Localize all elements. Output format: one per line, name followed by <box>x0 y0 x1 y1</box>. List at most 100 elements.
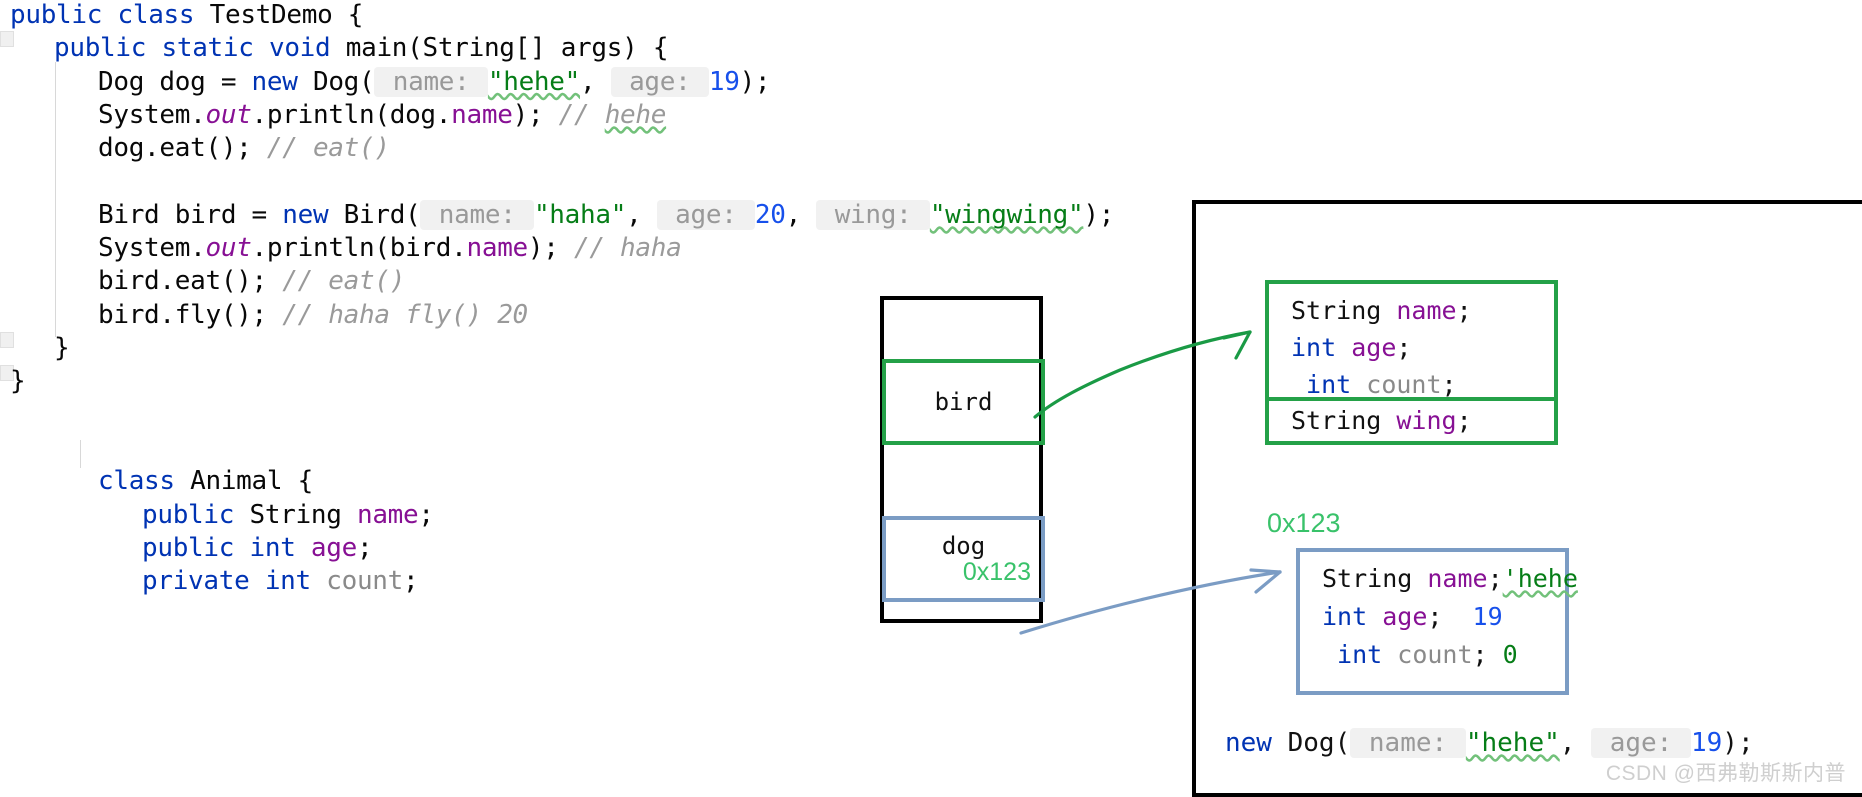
code-token: name: <box>420 199 534 230</box>
code-token: (String[] args) { <box>407 33 669 64</box>
code-token: age <box>1382 602 1428 631</box>
code-token: ; <box>1487 564 1503 593</box>
code-line[interactable]: bird.fly(); // haha fly() 20 <box>98 302 528 328</box>
code-token: System. <box>98 233 206 264</box>
code-editor[interactable]: public class TestDemo {public static voi… <box>0 0 1114 797</box>
code-token: public <box>142 499 250 530</box>
code-token: , <box>580 66 611 97</box>
code-line[interactable]: Bird bird = new Bird( name: "haha", age:… <box>98 199 1115 230</box>
code-token: // eat() <box>282 266 406 297</box>
heap-field-line: int age; <box>1291 335 1411 360</box>
code-token: Bird( <box>343 199 421 230</box>
csdn-watermark: CSDN @西弗勒斯斯内普 <box>1605 762 1846 785</box>
code-line[interactable]: public int age; <box>142 532 373 563</box>
code-token: } <box>54 333 70 363</box>
gutter-fold-marker-top[interactable] <box>0 31 14 47</box>
code-token: ); <box>512 99 559 130</box>
code-token: name <box>466 233 529 264</box>
code-token: out <box>205 99 252 130</box>
stack-frame-box: bird dog 0x123 <box>880 296 1045 623</box>
code-token: wing <box>1396 406 1457 435</box>
code-line[interactable]: } <box>10 368 26 394</box>
code-token: String <box>1291 406 1397 435</box>
code-line[interactable]: public class TestDemo { <box>10 2 363 28</box>
code-token: ); <box>527 233 574 264</box>
code-token: private <box>142 566 265 597</box>
code-token: "hehe" <box>487 66 580 97</box>
code-line[interactable]: private int count; <box>142 566 419 597</box>
heap-field-line: int count; 0 <box>1322 642 1518 667</box>
code-token: 'hehe <box>1502 564 1578 593</box>
code-token: bird.eat(); <box>98 266 283 297</box>
code-token: , <box>785 199 817 230</box>
stack-cell-dog-address: 0x123 <box>962 558 1031 586</box>
code-token: age: <box>656 199 755 230</box>
code-token: Dog( <box>1287 728 1351 758</box>
code-token: System. <box>98 99 206 130</box>
code-token: age: <box>1591 728 1691 758</box>
code-token: count <box>326 566 404 597</box>
code-token: dog.eat(); <box>98 133 267 164</box>
code-token: , <box>1559 728 1592 758</box>
code-token: age <box>1351 333 1397 362</box>
code-line[interactable]: bird.eat(); // eat() <box>98 268 405 294</box>
code-token: name: <box>1350 728 1466 758</box>
heap-dog-object-box: String name;'hehe int age; 19 int count; … <box>1296 548 1578 695</box>
stack-cell-bird[interactable]: bird <box>882 359 1045 445</box>
code-token: public <box>10 0 118 30</box>
code-token: "hehe" <box>1465 728 1560 758</box>
code-token: 19 <box>1472 602 1503 631</box>
code-token: count <box>1397 640 1473 669</box>
code-line[interactable]: public static void main(String[] args) { <box>54 35 668 61</box>
code-line[interactable]: public String name; <box>142 502 434 528</box>
code-token: age <box>310 532 357 563</box>
code-token: ; <box>403 566 419 597</box>
code-token: hehe <box>604 99 667 130</box>
code-token: // haha fly() 20 <box>282 299 528 330</box>
code-line[interactable]: dog.eat(); // eat() <box>98 135 390 161</box>
code-token: "haha" <box>533 199 627 230</box>
heap-field-line: String wing; <box>1291 408 1472 433</box>
code-token: // eat() <box>266 133 390 164</box>
code-token: static <box>161 33 269 64</box>
heap-footer-expression: new Dog( name: "hehe", age: 19); <box>1225 728 1754 758</box>
code-line[interactable]: Dog dog = new Dog( name: "hehe", age: 19… <box>98 66 771 97</box>
code-token: void <box>268 33 346 64</box>
stack-cell-dog[interactable]: dog 0x123 <box>882 516 1045 602</box>
code-token: .println(bird. <box>251 233 467 264</box>
code-token: ); <box>1083 199 1115 230</box>
code-token: count <box>1366 370 1442 399</box>
code-token: public <box>142 532 250 563</box>
code-line[interactable]: System.out.println(bird.name); // haha <box>98 233 682 264</box>
code-token: ); <box>1722 728 1754 758</box>
code-token: TestDemo { <box>209 0 364 30</box>
code-token: public <box>54 33 162 64</box>
code-token: out <box>205 233 252 264</box>
stack-cell-dog-label: dog <box>941 532 986 560</box>
code-token: ; <box>418 499 434 530</box>
heap-field-line: int count; <box>1291 372 1457 397</box>
code-line[interactable]: class Animal { <box>98 468 313 494</box>
code-token: ; <box>1456 406 1472 435</box>
code-line[interactable]: } <box>54 333 70 363</box>
code-token: bird.fly(); <box>98 299 283 330</box>
code-token: String <box>1322 564 1428 593</box>
code-token: int <box>1322 602 1383 631</box>
gutter-fold-marker-mid[interactable] <box>0 332 14 348</box>
code-token: name <box>1427 564 1488 593</box>
code-token: Bird bird = <box>98 199 283 230</box>
indent-guide-class <box>80 440 81 468</box>
code-token: // <box>558 99 605 130</box>
code-token: ; <box>1441 370 1457 399</box>
code-token: name <box>356 499 419 530</box>
indent-guide-method <box>55 62 56 337</box>
code-token: ; <box>1456 296 1472 325</box>
code-token: Dog dog = <box>98 66 252 97</box>
code-line[interactable]: System.out.println(dog.name); // hehe <box>98 102 666 128</box>
code-token: Dog( <box>312 66 375 97</box>
code-token: 20 <box>754 199 786 230</box>
code-token: 19 <box>1690 728 1723 758</box>
code-token: // haha <box>573 233 682 264</box>
code-token: int <box>1291 333 1352 362</box>
code-token: int <box>249 532 311 563</box>
